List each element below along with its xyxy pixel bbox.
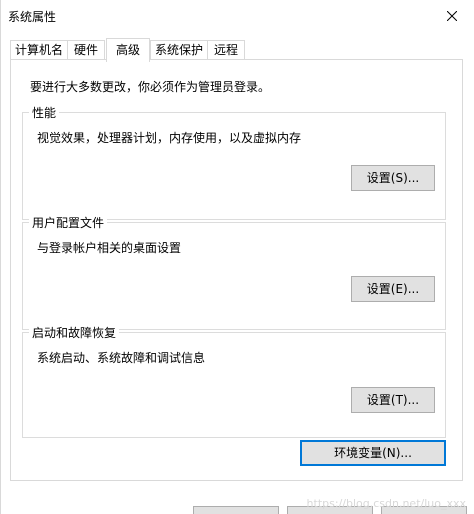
tab-advanced[interactable]: 高级 xyxy=(106,38,150,62)
startup-recovery-description: 系统启动、系统故障和调试信息 xyxy=(37,351,206,365)
tab-system-protection[interactable]: 系统保护 xyxy=(150,40,208,60)
startup-recovery-group-title: 启动和故障恢复 xyxy=(29,324,120,341)
window-title: 系统属性 xyxy=(8,10,57,24)
startup-recovery-settings-button[interactable]: 设置(T)... xyxy=(351,387,435,413)
user-profiles-description: 与登录帐户相关的桌面设置 xyxy=(37,241,182,255)
performance-description: 视觉效果，处理器计划，内存使用，以及虚拟内存 xyxy=(37,131,302,145)
watermark: https://blog.csdn.net/luo_xxx xyxy=(306,497,466,510)
user-profiles-group: 用户配置文件 与登录帐户相关的桌面设置 设置(E)... xyxy=(22,214,446,330)
system-properties-window: 系统属性 计算机名 硬件 高级 系统保护 远程 要进行大多数更改，你必须作为管理… xyxy=(0,0,474,514)
tab-remote[interactable]: 远程 xyxy=(207,40,245,60)
user-profiles-group-title: 用户配置文件 xyxy=(29,214,108,231)
advanced-tab-page: 要进行大多数更改，你必须作为管理员登录。 性能 视觉效果，处理器计划，内存使用，… xyxy=(10,59,463,481)
close-button[interactable] xyxy=(429,0,474,32)
admin-note: 要进行大多数更改，你必须作为管理员登录。 xyxy=(30,80,271,94)
environment-variables-button[interactable]: 环境变量(N)... xyxy=(300,440,446,466)
tab-hardware[interactable]: 硬件 xyxy=(67,40,105,60)
close-icon xyxy=(447,11,457,21)
tab-computer-name[interactable]: 计算机名 xyxy=(10,40,68,60)
title-bar[interactable]: 系统属性 xyxy=(1,0,474,34)
user-profiles-settings-button[interactable]: 设置(E)... xyxy=(351,276,435,302)
performance-settings-button[interactable]: 设置(S)... xyxy=(351,165,435,191)
performance-group: 性能 视觉效果，处理器计划，内存使用，以及虚拟内存 设置(S)... xyxy=(22,104,446,220)
tab-strip: 计算机名 硬件 高级 系统保护 远程 xyxy=(10,38,450,62)
ok-button[interactable] xyxy=(193,506,279,514)
performance-group-title: 性能 xyxy=(29,104,60,121)
startup-recovery-group: 启动和故障恢复 系统启动、系统故障和调试信息 设置(T)... xyxy=(22,324,446,438)
